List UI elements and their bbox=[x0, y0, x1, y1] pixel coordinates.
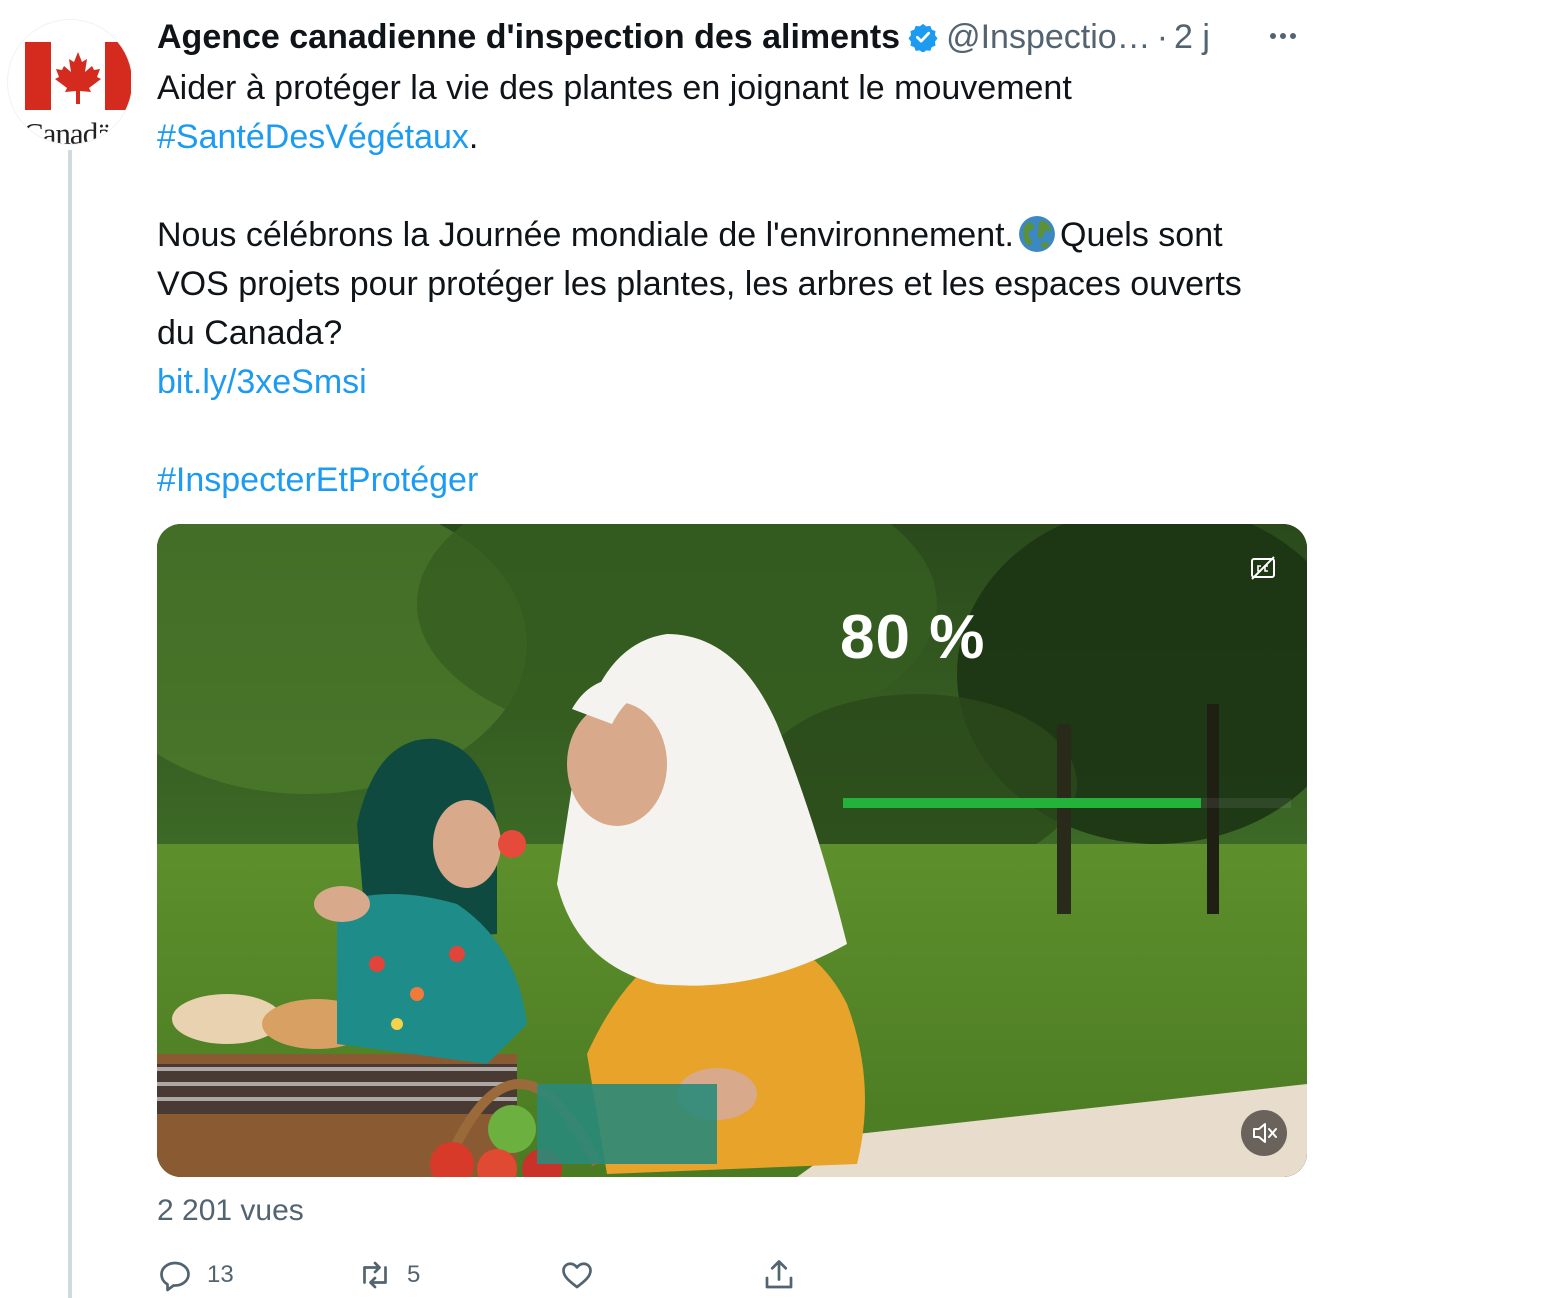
tweet-video[interactable]: 80 % bbox=[157, 524, 1307, 1177]
share-button[interactable] bbox=[761, 1252, 811, 1298]
retweet-icon bbox=[363, 1261, 387, 1289]
globe-emoji-icon bbox=[1019, 216, 1055, 252]
like-button[interactable] bbox=[559, 1252, 609, 1298]
video-overlay-bar-fill bbox=[843, 798, 1202, 808]
tweet-text-line: Aider à protéger la vie des plantes en j… bbox=[157, 69, 1072, 107]
more-icon[interactable] bbox=[1270, 24, 1306, 48]
verified-badge-icon bbox=[908, 23, 938, 52]
tweet-text-line: VOS projets pour protéger les plantes, l… bbox=[157, 265, 1242, 303]
mute-button[interactable] bbox=[1241, 1110, 1287, 1156]
previous-tweet-clipped bbox=[130, 0, 450, 4]
retweet-count: 5 bbox=[407, 1261, 421, 1288]
mute-icon bbox=[1253, 1123, 1277, 1143]
hashtag-link[interactable]: #InspecterEtProtéger bbox=[157, 461, 478, 499]
view-count: 2 201 vues bbox=[157, 1194, 304, 1227]
hashtag-link[interactable]: #SantéDesVégétaux bbox=[157, 118, 469, 156]
header-separator: · bbox=[1156, 17, 1169, 56]
retweet-button[interactable]: 5 bbox=[357, 1252, 420, 1298]
mini-flag-icon bbox=[118, 122, 130, 130]
reply-count: 13 bbox=[207, 1261, 234, 1288]
tweet-text-line: du Canada? bbox=[157, 314, 343, 352]
captions-icon[interactable] bbox=[1249, 554, 1277, 582]
author-name[interactable]: Agence canadienne d'inspection des alime… bbox=[157, 18, 900, 57]
tweet-actions: 13 5 bbox=[157, 1252, 857, 1298]
tweet-timestamp[interactable]: 2 j bbox=[1174, 18, 1210, 57]
canada-wordmark: Canadä bbox=[23, 116, 111, 144]
tweet-url-link[interactable]: bit.ly/3xeSmsi bbox=[157, 363, 367, 401]
canada-flag-icon bbox=[25, 42, 131, 110]
video-overlay-bar bbox=[843, 798, 1291, 808]
like-icon bbox=[562, 1262, 592, 1289]
reply-button[interactable]: 13 bbox=[157, 1252, 234, 1298]
tweet-text-line: Nous célébrons la Journée mondiale de l'… bbox=[157, 216, 1223, 254]
tweet-text-line: #InspecterEtProtéger bbox=[157, 456, 1337, 505]
author-avatar[interactable]: Canadä bbox=[8, 20, 132, 144]
tweet-header: Agence canadienne d'inspection des alime… bbox=[157, 14, 1210, 60]
tweet-text-line: bit.ly/3xeSmsi bbox=[157, 358, 1337, 407]
thread-connector-line bbox=[68, 150, 72, 1298]
video-frame-image bbox=[157, 524, 1307, 1177]
author-handle[interactable]: @Inspectio… bbox=[946, 18, 1151, 57]
share-icon bbox=[765, 1260, 793, 1289]
reply-icon bbox=[160, 1261, 190, 1292]
video-overlay-stat: 80 % bbox=[840, 603, 986, 672]
tweet-text-line: #SantéDesVégétaux. bbox=[157, 118, 479, 156]
tweet-body: Aider à protéger la vie des plantes en j… bbox=[157, 64, 1337, 505]
